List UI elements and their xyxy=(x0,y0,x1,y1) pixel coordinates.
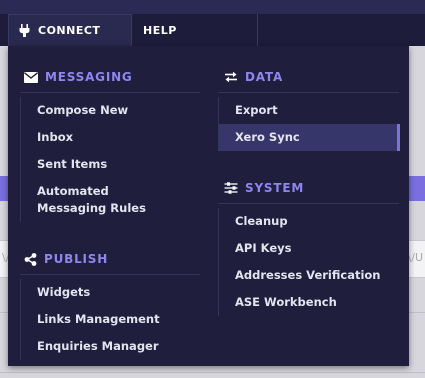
system-items: Cleanup API Keys Addresses Verification … xyxy=(218,208,400,316)
divider xyxy=(20,274,200,275)
menu-item-compose-new[interactable]: Compose New xyxy=(21,97,201,124)
section-title-data: DATA xyxy=(245,70,284,84)
swap-arrows-icon xyxy=(224,71,238,83)
data-items: Export Xero Sync xyxy=(218,97,400,151)
section-header-messaging: MESSAGING xyxy=(24,67,133,87)
menu-item-addresses-verification[interactable]: Addresses Verification xyxy=(219,262,400,289)
menu-item-api-keys[interactable]: API Keys xyxy=(219,235,400,262)
envelope-icon xyxy=(24,71,38,83)
app-background-line xyxy=(0,372,425,373)
menu-item-inbox[interactable]: Inbox xyxy=(21,124,201,151)
menu-item-xero-sync[interactable]: Xero Sync xyxy=(219,124,400,151)
menu-item-enquiries-manager[interactable]: Enquiries Manager xyxy=(21,333,201,360)
publish-items: Widgets Links Management Enquiries Manag… xyxy=(20,279,201,360)
section-title-system: SYSTEM xyxy=(245,181,305,195)
divider xyxy=(218,203,399,204)
section-title-messaging: MESSAGING xyxy=(45,70,133,84)
menu-item-export[interactable]: Export xyxy=(219,97,400,124)
nav-tab-help-label: HELP xyxy=(143,23,177,37)
menu-item-ase-workbench[interactable]: ASE Workbench xyxy=(219,289,400,316)
app-top-bar xyxy=(0,0,425,14)
menu-item-sent-items[interactable]: Sent Items xyxy=(21,151,201,178)
sliders-icon xyxy=(224,182,238,194)
nav-tab-connect[interactable]: CONNECT xyxy=(8,14,132,46)
share-icon xyxy=(24,252,37,266)
section-title-publish: PUBLISH xyxy=(44,252,109,266)
menu-item-widgets[interactable]: Widgets xyxy=(21,279,201,306)
menu-item-cleanup[interactable]: Cleanup xyxy=(219,208,400,235)
plug-icon xyxy=(19,24,30,37)
divider xyxy=(20,92,200,93)
connect-dropdown-menu: MESSAGING Compose New Inbox Sent Items A… xyxy=(8,46,409,366)
section-header-data: DATA xyxy=(224,67,283,87)
messaging-items: Compose New Inbox Sent Items Automated M… xyxy=(20,97,201,222)
section-header-publish: PUBLISH xyxy=(24,249,108,269)
divider xyxy=(218,92,399,93)
section-header-system: SYSTEM xyxy=(224,178,304,198)
menu-item-automated-messaging-rules[interactable]: Automated Messaging Rules xyxy=(21,178,171,222)
nav-tab-connect-label: CONNECT xyxy=(38,24,101,37)
background-fragment-right: \/U xyxy=(407,251,423,264)
menu-item-links-management[interactable]: Links Management xyxy=(21,306,201,333)
nav-tab-help[interactable]: HELP xyxy=(132,14,258,46)
